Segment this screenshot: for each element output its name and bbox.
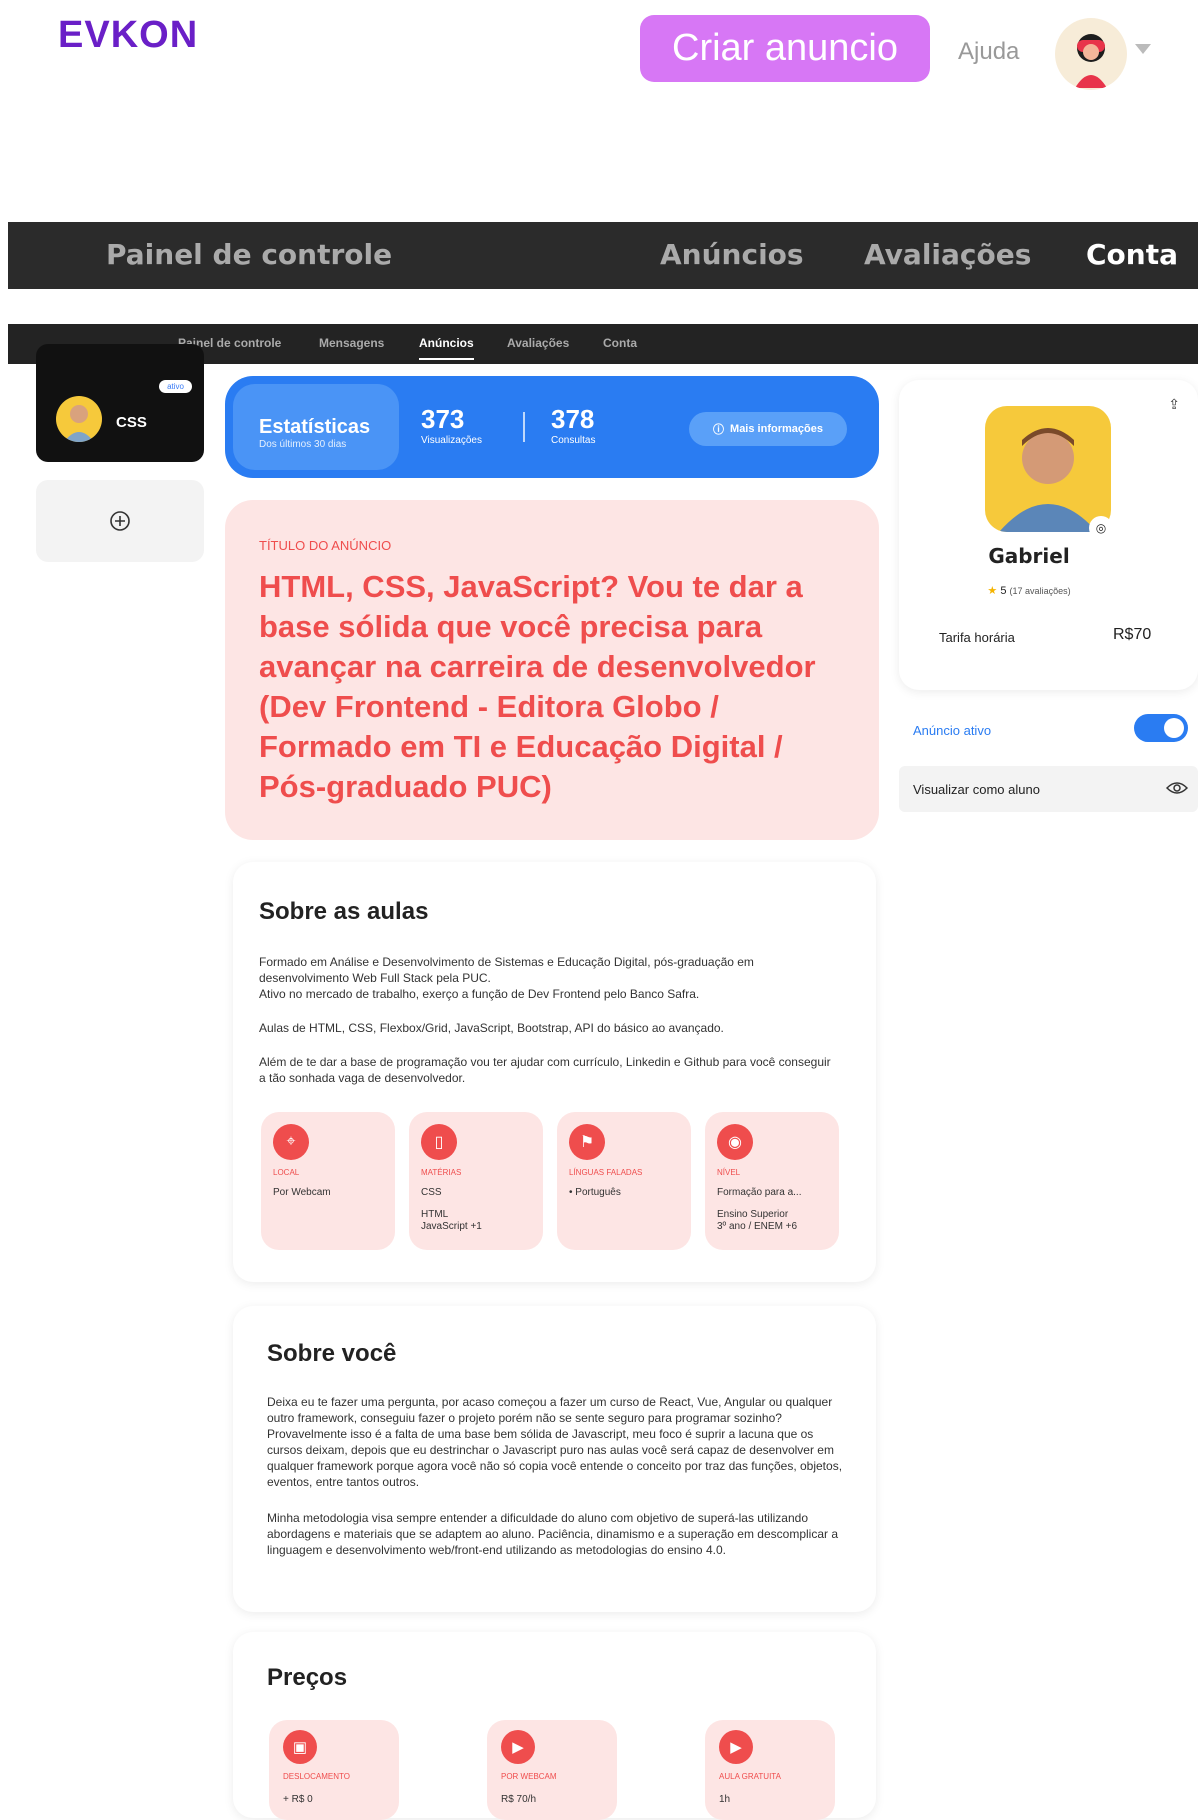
level-icon: ◉ [717,1124,753,1160]
stats-subtitle: Dos últimos 30 dias [259,439,347,450]
video-icon: ▶ [501,1730,535,1764]
ad-avatar [56,396,102,442]
tile-value: CSS [421,1187,442,1198]
about-you-heading: Sobre você [267,1340,397,1367]
rating-value: 5 [1000,585,1007,597]
ad-title-card[interactable]: TÍTULO DO ANÚNCIO HTML, CSS, JavaScript?… [225,500,879,840]
about-classes-p2: Ativo no mercado de trabalho, exerço a f… [259,987,700,1001]
profile-name: Gabriel [988,544,1070,568]
more-info-label: Mais informações [730,423,823,435]
ad-active-row: Anúncio ativo [899,704,1198,756]
nav-account[interactable]: Conta [1086,238,1178,271]
view-as-student-row[interactable]: Visualizar como aluno [899,766,1198,812]
price-value: R$ 70/h [501,1794,537,1805]
ad-card-label: CSS [116,414,147,431]
more-info-button[interactable]: ⓘ Mais informações [689,412,847,446]
share-icon[interactable]: ⇪ [1168,396,1180,413]
price-caption: POR WEBCAM [501,1772,557,1781]
subnav-ads[interactable]: Anúncios [419,336,474,360]
prices-card[interactable]: Preços ▣ DESLOCAMENTO + R$ 0 ▶ POR WEBCA… [233,1632,876,1820]
about-you-card[interactable]: Sobre você Deixa eu te fazer uma pergunt… [233,1306,876,1612]
tile-caption: LÍNGUAS FALADAS [569,1168,643,1177]
plus-circle-icon [110,511,130,531]
view-as-student-label: Visualizar como aluno [913,782,1040,797]
price-tile-free: ▶ AULA GRATUITA 1h [705,1720,835,1820]
tile-value: 3º ano / ENEM +6 [717,1221,798,1232]
price-tile-travel: ▣ DESLOCAMENTO + R$ 0 [269,1720,399,1820]
tile-subjects: ▯ MATÉRIAS CSS HTML JavaScript +1 [409,1112,543,1250]
main-nav: Painel de controle Anúncios Avaliações C… [8,222,1198,289]
chevron-down-icon[interactable] [1135,44,1151,54]
profile-rating: ★ 5 (17 avaliações) [899,584,1159,597]
about-classes-p3: Aulas de HTML, CSS, Flexbox/Grid, JavaSc… [259,1021,724,1035]
ad-title-text: HTML, CSS, JavaScript? Vou te dar a base… [259,569,816,804]
tile-level: ◉ NÍVEL Formação para a... Ensino Superi… [705,1112,839,1250]
toggle-knob [1164,718,1184,738]
stats-label: Estatísticas Dos últimos 30 dias [233,384,399,470]
about-classes-card[interactable]: Sobre as aulas Formado em Análise e Dese… [233,862,876,1282]
tile-caption: NÍVEL [717,1168,741,1177]
info-icon: ⓘ [713,424,725,436]
about-classes-p4: Além de te dar a base de programação vou… [259,1055,831,1085]
nav-reviews[interactable]: Avaliações [864,238,1031,271]
book-icon: ▯ [421,1124,457,1160]
tile-value: Por Webcam [273,1187,331,1198]
rate-label: Tarifa horária [939,630,1015,645]
views-label: Visualizações [421,435,482,446]
consults-stat: 378 Consultas [551,404,595,446]
flag-icon: ⚑ [569,1124,605,1160]
help-link[interactable]: Ajuda [958,38,1019,66]
profile-card: ⇪ ◎ Gabriel ★ 5 (17 avaliações) Tarifa h… [899,380,1198,690]
price-value: + R$ 0 [283,1794,313,1805]
tile-value: JavaScript +1 [421,1221,482,1232]
user-avatar[interactable] [1055,18,1127,90]
create-ad-button[interactable]: Criar anuncio [640,15,930,82]
briefcase-icon: ▣ [283,1730,317,1764]
reviews-count: (17 avaliações) [1009,586,1071,596]
eye-icon[interactable] [1166,780,1188,796]
avatar-icon [1075,34,1107,88]
about-classes-p1: Formado em Análise e Desenvolvimento de … [259,955,754,985]
consults-count: 378 [551,404,595,434]
tile-value: Formação para a... [717,1187,802,1198]
camera-icon[interactable]: ◎ [1089,516,1113,540]
price-value: 1h [719,1794,731,1805]
star-icon: ★ [987,585,998,597]
views-stat: 373 Visualizações [421,404,482,446]
subnav-messages[interactable]: Mensagens [319,336,384,350]
about-classes-heading: Sobre as aulas [259,898,429,925]
video-icon: ▶ [719,1730,753,1764]
views-count: 373 [421,404,465,434]
tile-value: • Português [569,1187,621,1198]
divider [523,412,525,442]
location-pin-icon: ⌖ [273,1124,309,1160]
about-you-p1: Deixa eu te fazer uma pergunta, por acas… [267,1395,843,1489]
profile-photo[interactable] [985,406,1111,532]
nav-ads[interactable]: Anúncios [660,238,804,271]
logo[interactable]: EVKON [58,14,198,57]
nav-dashboard[interactable]: Painel de controle [106,238,392,271]
subnav-account[interactable]: Conta [603,336,637,350]
tile-location: ⌖ LOCAL Por Webcam [261,1112,395,1250]
price-caption: DESLOCAMENTO [283,1772,350,1781]
tile-languages: ⚑ LÍNGUAS FALADAS • Português [557,1112,691,1250]
about-you-p2: Minha metodologia visa sempre entender a… [267,1511,838,1557]
price-tile-webcam: ▶ POR WEBCAM R$ 70/h [487,1720,617,1820]
ad-active-label: Anúncio ativo [913,723,992,738]
tile-caption: LOCAL [273,1168,300,1177]
subnav-reviews[interactable]: Avaliações [507,336,569,350]
ad-active-toggle[interactable] [1134,714,1188,742]
price-caption: AULA GRATUITA [719,1772,781,1781]
add-ad-button[interactable] [36,480,204,562]
ad-card[interactable]: ativo CSS [36,344,204,462]
rate-value: R$70 [1113,626,1152,643]
status-badge: ativo [159,380,192,393]
tile-caption: MATÉRIAS [421,1168,462,1177]
consults-label: Consultas [551,435,596,446]
prices-heading: Preços [267,1664,348,1691]
stats-title: Estatísticas [259,416,371,438]
ad-title-eyebrow: TÍTULO DO ANÚNCIO [259,538,392,553]
stats-panel: Estatísticas Dos últimos 30 dias 373 Vis… [225,376,879,478]
